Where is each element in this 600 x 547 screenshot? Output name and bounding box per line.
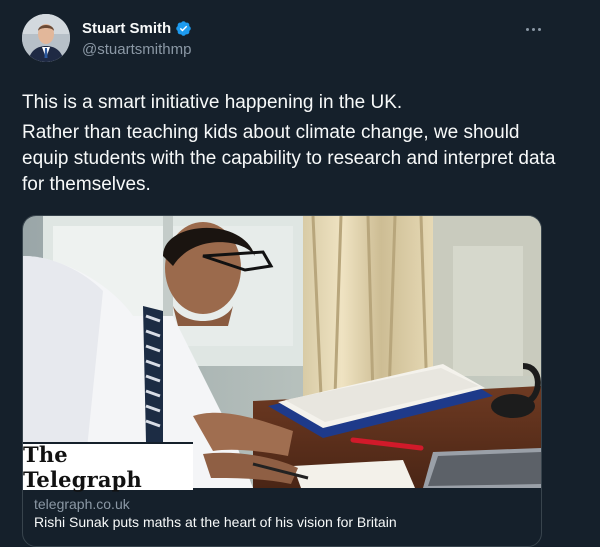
card-domain: telegraph.co.uk [34,496,130,512]
author-display-name[interactable]: Stuart Smith [82,20,171,37]
more-options-icon[interactable] [522,22,544,36]
avatar[interactable] [22,14,70,62]
tweet-text-paragraph-2: Rather than teaching kids about climate … [22,122,556,195]
tweet-text-paragraph-1: This is a smart initiative happening in … [22,92,403,113]
author-handle[interactable]: @stuartsmithmp [82,41,191,58]
link-preview-card[interactable]: The Telegraph telegraph.co.uk Rishi Suna… [22,215,542,547]
source-logo: The Telegraph [23,442,193,492]
author-name-row: Stuart Smith [82,20,192,37]
source-logo-text: The Telegraph [23,442,143,492]
card-title[interactable]: Rishi Sunak puts maths at the heart of h… [34,514,397,530]
verified-badge-icon [176,21,191,36]
tweet: Stuart Smith @stuartsmithmp This is a sm… [0,0,600,547]
avatar-photo [22,14,70,62]
